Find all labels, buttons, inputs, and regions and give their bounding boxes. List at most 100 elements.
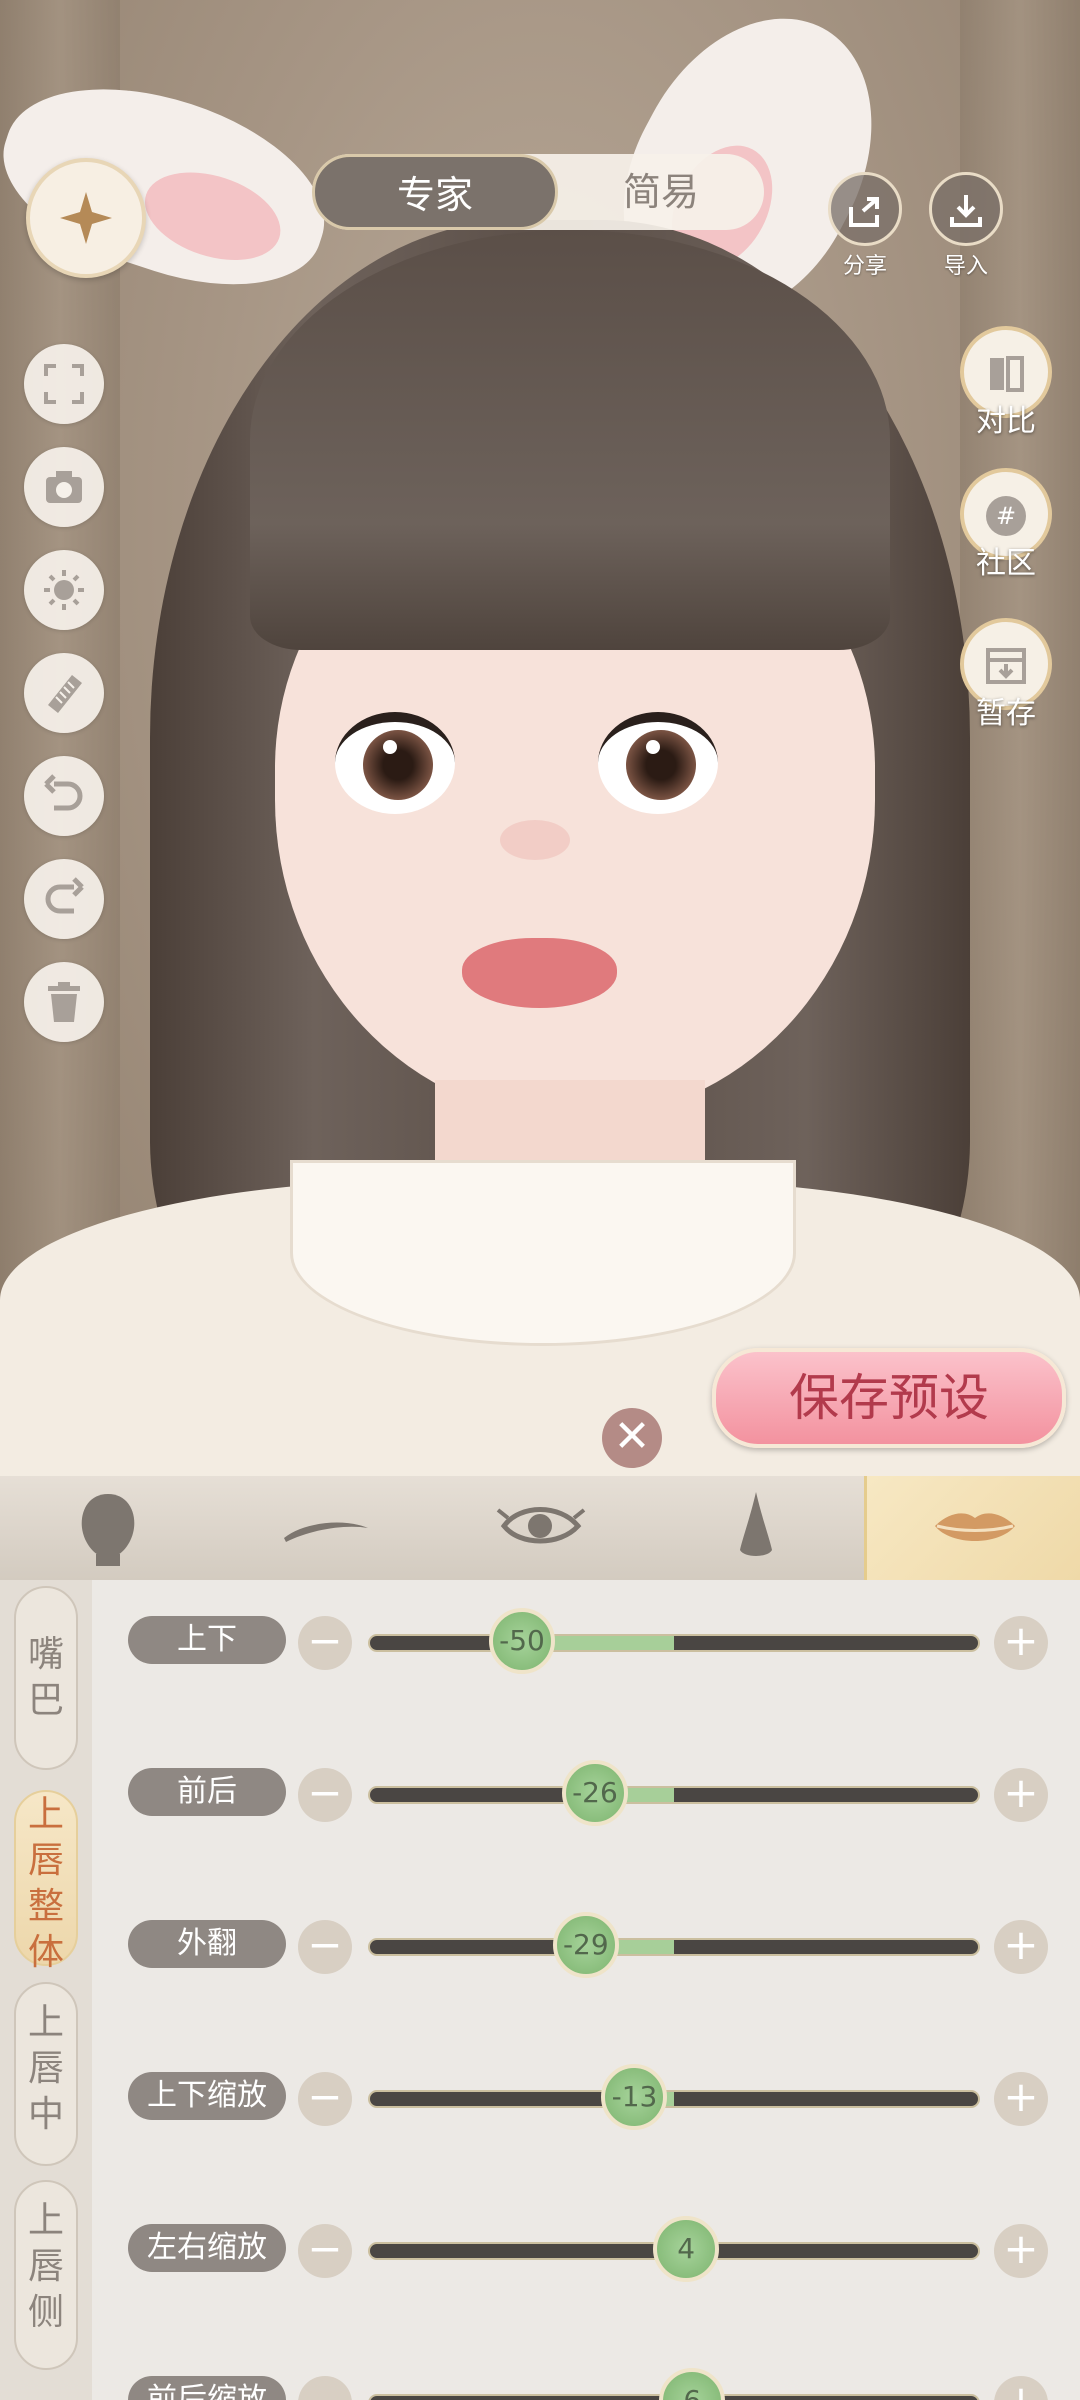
slider-label: 左右缩放 — [128, 2224, 286, 2272]
slider-track[interactable]: -13 — [368, 2064, 980, 2130]
trash-icon — [48, 982, 80, 1022]
temp-save-button[interactable]: 暂存 — [958, 618, 1054, 732]
slider-thumb[interactable]: 4 — [653, 2216, 720, 2282]
slider-track[interactable]: -29 — [368, 1912, 980, 1978]
fullscreen-icon — [44, 364, 84, 404]
mode-simple-button[interactable]: 简易 — [558, 154, 764, 230]
camera-icon — [46, 471, 82, 503]
subtab-upper-lip-whole[interactable]: 上唇整体 — [14, 1790, 78, 1973]
subtab-upper-lip-side[interactable]: 上唇侧 — [14, 2180, 78, 2370]
subtab-upper-lip-middle-label: 上唇中 — [27, 2002, 64, 2135]
slider-label: 前后 — [128, 1768, 286, 1816]
slider-track[interactable]: -26 — [368, 1760, 980, 1826]
subtab-upper-lip-whole-label: 上唇整体 — [27, 1794, 64, 1973]
character-collar — [290, 1160, 796, 1346]
eye-icon — [496, 1507, 586, 1544]
category-lips[interactable] — [864, 1476, 1080, 1580]
slider-thumb[interactable]: -50 — [489, 1608, 555, 1674]
increase-button[interactable]: + — [994, 1920, 1048, 1974]
fullscreen-button[interactable] — [24, 344, 104, 424]
comb-button[interactable] — [24, 653, 104, 733]
community-icon: # — [986, 496, 1026, 536]
decrease-button[interactable]: − — [298, 2376, 352, 2400]
increase-button[interactable]: + — [994, 1768, 1048, 1822]
slider-track[interactable]: 6 — [368, 2368, 980, 2400]
category-nose[interactable] — [648, 1476, 864, 1580]
increase-button[interactable]: + — [994, 1616, 1048, 1670]
lighting-button[interactable] — [24, 550, 104, 630]
import-button[interactable]: 导入 — [929, 172, 1003, 280]
character-eye-left — [335, 712, 455, 814]
subtab-mouth-label: 嘴巴 — [27, 1634, 64, 1721]
save-preset-button[interactable]: 保存预设 — [712, 1348, 1066, 1448]
adjustment-panel: 嘴巴 上唇整体 上唇中 上唇侧 上下 − -50 + 前后 − -26 + 外翻… — [0, 1580, 1080, 2400]
mode-expert-button[interactable]: 专家 — [312, 154, 558, 230]
game-logo-button[interactable] — [26, 158, 146, 278]
slider-label: 上下 — [128, 1616, 286, 1664]
character-bangs — [250, 230, 890, 650]
slider-label: 上下缩放 — [128, 2072, 286, 2120]
category-face[interactable] — [0, 1476, 216, 1580]
slider-row: 外翻 − -29 + — [92, 1888, 1080, 1988]
redo-button[interactable] — [24, 859, 104, 939]
subtab-upper-lip-middle[interactable]: 上唇中 — [14, 1982, 78, 2166]
slider-label: 前后缩放 — [128, 2376, 286, 2400]
character-nose — [500, 820, 570, 860]
category-eyebrow[interactable] — [216, 1476, 432, 1580]
delete-button[interactable] — [24, 962, 104, 1042]
temp-save-label: 暂存 — [976, 696, 1036, 731]
undo-button[interactable] — [24, 756, 104, 836]
slider-track[interactable]: 4 — [368, 2216, 980, 2282]
lighting-icon — [44, 570, 84, 610]
compare-icon — [990, 356, 1024, 392]
nose-icon — [740, 1492, 772, 1556]
decrease-button[interactable]: − — [298, 1616, 352, 1670]
compare-button[interactable]: 对比 — [958, 326, 1054, 440]
character-lips — [462, 938, 617, 1008]
slider-row: 前后 − -26 + — [92, 1736, 1080, 1836]
share-button[interactable]: 分享 — [828, 172, 902, 280]
slider-row: 前后缩放 − 6 + — [92, 2344, 1080, 2400]
decrease-button[interactable]: − — [298, 2072, 352, 2126]
slider-thumb[interactable]: -29 — [552, 1912, 619, 1978]
sparkle-icon — [60, 192, 112, 244]
compare-label: 对比 — [976, 404, 1036, 439]
slider-label: 外翻 — [128, 1920, 286, 1968]
decrease-button[interactable]: − — [298, 2224, 352, 2278]
slider-thumb[interactable]: -26 — [561, 1760, 628, 1826]
import-label: 导入 — [943, 254, 988, 279]
svg-text:#: # — [996, 502, 1016, 530]
character-eye-right — [598, 712, 718, 814]
import-icon — [950, 195, 982, 227]
increase-button[interactable]: + — [994, 2224, 1048, 2278]
dress-button-icon: ✕ — [602, 1408, 662, 1468]
community-button[interactable]: # 社区 — [958, 468, 1054, 582]
mode-toggle: 专家 简易 — [312, 154, 764, 230]
category-eye[interactable] — [432, 1476, 648, 1580]
increase-button[interactable]: + — [994, 2376, 1048, 2400]
slider-thumb[interactable]: 6 — [659, 2368, 726, 2400]
undo-icon — [44, 774, 83, 811]
decrease-button[interactable]: − — [298, 1768, 352, 1822]
share-label: 分享 — [842, 254, 887, 279]
redo-icon — [45, 877, 84, 914]
camera-button[interactable] — [24, 447, 104, 527]
face-icon — [81, 1494, 135, 1566]
comb-icon — [48, 675, 82, 713]
subcategory-nav: 嘴巴 上唇整体 上唇中 上唇侧 — [0, 1580, 92, 2400]
subtab-mouth[interactable]: 嘴巴 — [14, 1586, 78, 1770]
community-label: 社区 — [976, 546, 1036, 581]
subtab-upper-lip-side-label: 上唇侧 — [27, 2200, 64, 2333]
lips-icon — [935, 1513, 1015, 1541]
temp-save-icon — [986, 648, 1026, 684]
slider-row: 左右缩放 − 4 + — [92, 2192, 1080, 2292]
slider-row: 上下 − -50 + — [92, 1584, 1080, 1684]
decrease-button[interactable]: − — [298, 1920, 352, 1974]
increase-button[interactable]: + — [994, 2072, 1048, 2126]
slider-row: 上下缩放 − -13 + — [92, 2040, 1080, 2140]
eyebrow-icon — [284, 1522, 368, 1542]
share-icon — [849, 197, 879, 227]
slider-thumb[interactable]: -13 — [601, 2064, 668, 2130]
slider-track[interactable]: -50 — [368, 1608, 980, 1674]
feature-category-bar — [0, 1476, 1080, 1580]
